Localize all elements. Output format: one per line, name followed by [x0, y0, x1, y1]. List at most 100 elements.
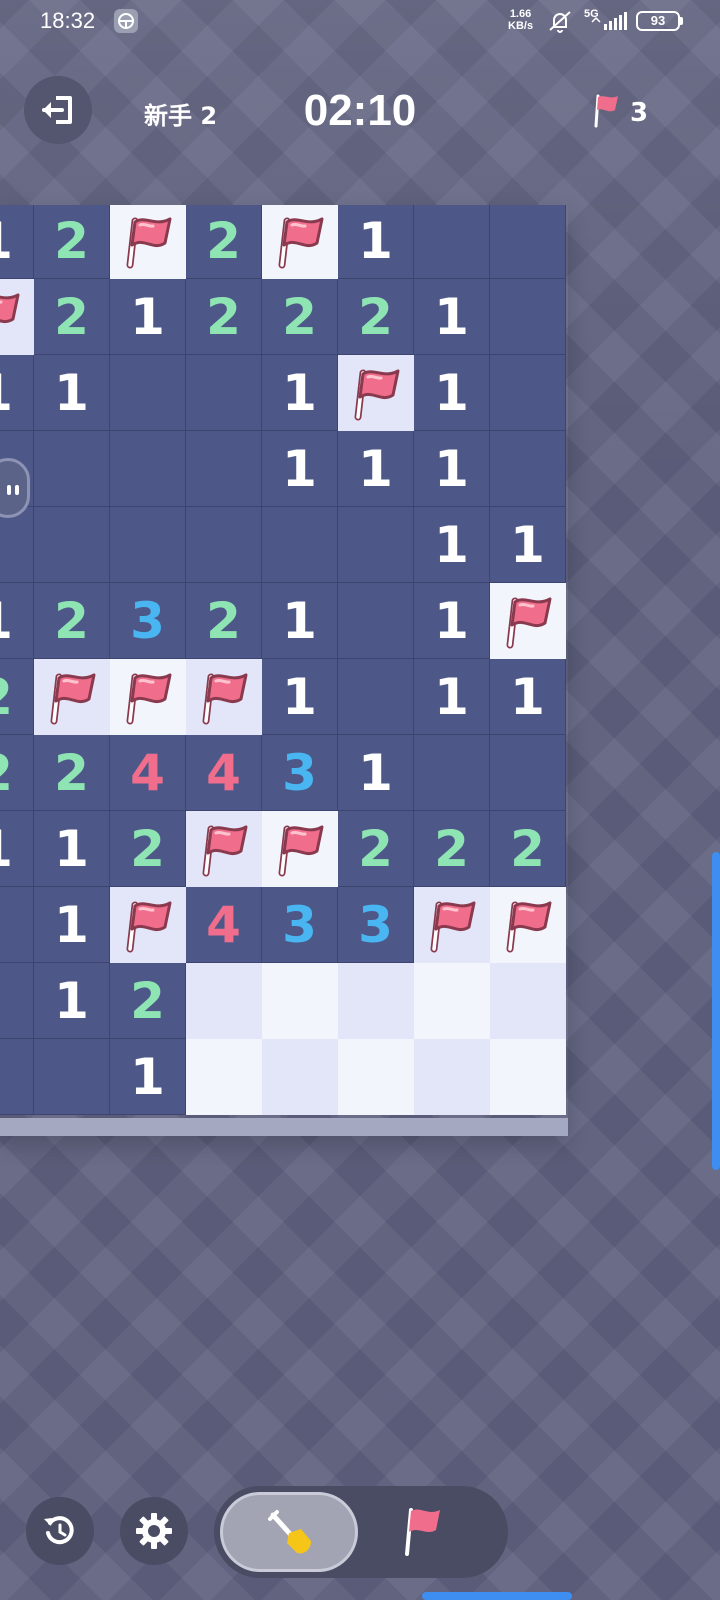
- number-cell[interactable]: 4: [186, 735, 262, 811]
- empty-cell[interactable]: [490, 431, 566, 507]
- flagged-cell[interactable]: [414, 887, 490, 963]
- number-cell[interactable]: 1: [262, 583, 338, 659]
- number-cell[interactable]: 1: [414, 507, 490, 583]
- number-cell[interactable]: 2: [262, 279, 338, 355]
- number-cell[interactable]: 4: [186, 887, 262, 963]
- empty-cell[interactable]: [34, 431, 110, 507]
- empty-cell[interactable]: [490, 279, 566, 355]
- empty-cell[interactable]: [490, 735, 566, 811]
- number-cell[interactable]: 2: [34, 583, 110, 659]
- number-cell[interactable]: 2: [338, 279, 414, 355]
- number-cell[interactable]: 4: [110, 735, 186, 811]
- flagged-cell[interactable]: [34, 659, 110, 735]
- flag-mode-button[interactable]: [390, 1498, 460, 1568]
- unrevealed-cell[interactable]: [490, 963, 566, 1039]
- number-cell[interactable]: 2: [338, 811, 414, 887]
- unrevealed-cell[interactable]: [414, 963, 490, 1039]
- number-cell[interactable]: 2: [186, 583, 262, 659]
- scrollbar[interactable]: [712, 852, 720, 1170]
- number-cell[interactable]: 1: [0, 583, 34, 659]
- flagged-cell[interactable]: [110, 659, 186, 735]
- number-cell[interactable]: 1: [34, 963, 110, 1039]
- restart-button[interactable]: [26, 1497, 94, 1565]
- empty-cell[interactable]: [338, 659, 414, 735]
- mode-toggle[interactable]: [214, 1486, 508, 1578]
- empty-cell[interactable]: [414, 735, 490, 811]
- number-cell[interactable]: 1: [414, 431, 490, 507]
- number-cell[interactable]: 2: [186, 205, 262, 279]
- empty-cell[interactable]: [490, 355, 566, 431]
- flagged-cell[interactable]: [110, 887, 186, 963]
- number-cell[interactable]: 2: [34, 735, 110, 811]
- number-cell[interactable]: 1: [34, 355, 110, 431]
- number-cell[interactable]: 2: [0, 659, 34, 735]
- number-cell[interactable]: 1: [34, 811, 110, 887]
- empty-cell[interactable]: [0, 507, 34, 583]
- number-cell[interactable]: 1: [414, 583, 490, 659]
- unrevealed-cell[interactable]: [414, 1039, 490, 1115]
- number-cell[interactable]: 1: [414, 355, 490, 431]
- empty-cell[interactable]: [0, 963, 34, 1039]
- number-cell[interactable]: 1: [0, 811, 34, 887]
- empty-cell[interactable]: [0, 1039, 34, 1115]
- empty-cell[interactable]: [186, 355, 262, 431]
- number-cell[interactable]: 1: [34, 887, 110, 963]
- number-cell[interactable]: 2: [110, 963, 186, 1039]
- number-cell[interactable]: 1: [110, 1039, 186, 1115]
- number-cell[interactable]: 2: [34, 205, 110, 279]
- empty-cell[interactable]: [414, 205, 490, 279]
- empty-cell[interactable]: [490, 205, 566, 279]
- unrevealed-cell[interactable]: [338, 1039, 414, 1115]
- number-cell[interactable]: 2: [34, 279, 110, 355]
- minesweeper-board[interactable]: 1221212221111111111123211211122443111222…: [0, 205, 568, 1136]
- unrevealed-cell[interactable]: [262, 963, 338, 1039]
- unrevealed-cell[interactable]: [490, 1039, 566, 1115]
- empty-cell[interactable]: [338, 507, 414, 583]
- number-cell[interactable]: 1: [338, 431, 414, 507]
- flagged-cell[interactable]: [490, 583, 566, 659]
- empty-cell[interactable]: [338, 583, 414, 659]
- number-cell[interactable]: 1: [110, 279, 186, 355]
- empty-cell[interactable]: [186, 507, 262, 583]
- side-chat-bubble[interactable]: [0, 458, 30, 518]
- number-cell[interactable]: 3: [262, 735, 338, 811]
- empty-cell[interactable]: [34, 1039, 110, 1115]
- number-cell[interactable]: 2: [110, 811, 186, 887]
- number-cell[interactable]: 1: [338, 205, 414, 279]
- unrevealed-cell[interactable]: [186, 963, 262, 1039]
- dig-mode-button[interactable]: [220, 1492, 358, 1572]
- number-cell[interactable]: 3: [110, 583, 186, 659]
- flagged-cell[interactable]: [186, 811, 262, 887]
- number-cell[interactable]: 2: [490, 811, 566, 887]
- flagged-cell[interactable]: [262, 811, 338, 887]
- number-cell[interactable]: 1: [0, 205, 34, 279]
- number-cell[interactable]: 1: [262, 659, 338, 735]
- number-cell[interactable]: 2: [0, 735, 34, 811]
- number-cell[interactable]: 3: [338, 887, 414, 963]
- flagged-cell[interactable]: [490, 887, 566, 963]
- number-cell[interactable]: 2: [414, 811, 490, 887]
- number-cell[interactable]: 1: [262, 431, 338, 507]
- number-cell[interactable]: 1: [262, 355, 338, 431]
- flagged-cell[interactable]: [262, 205, 338, 279]
- empty-cell[interactable]: [110, 507, 186, 583]
- empty-cell[interactable]: [0, 887, 34, 963]
- empty-cell[interactable]: [110, 355, 186, 431]
- number-cell[interactable]: 1: [490, 659, 566, 735]
- exit-button[interactable]: [24, 76, 92, 144]
- number-cell[interactable]: 1: [414, 279, 490, 355]
- number-cell[interactable]: 1: [0, 355, 34, 431]
- empty-cell[interactable]: [34, 507, 110, 583]
- flagged-cell[interactable]: [186, 659, 262, 735]
- number-cell[interactable]: 2: [186, 279, 262, 355]
- number-cell[interactable]: 1: [338, 735, 414, 811]
- empty-cell[interactable]: [110, 431, 186, 507]
- unrevealed-cell[interactable]: [262, 1039, 338, 1115]
- unrevealed-cell[interactable]: [338, 963, 414, 1039]
- flagged-cell[interactable]: [338, 355, 414, 431]
- number-cell[interactable]: 1: [414, 659, 490, 735]
- settings-button[interactable]: [120, 1497, 188, 1565]
- number-cell[interactable]: 1: [490, 507, 566, 583]
- number-cell[interactable]: 3: [262, 887, 338, 963]
- empty-cell[interactable]: [186, 431, 262, 507]
